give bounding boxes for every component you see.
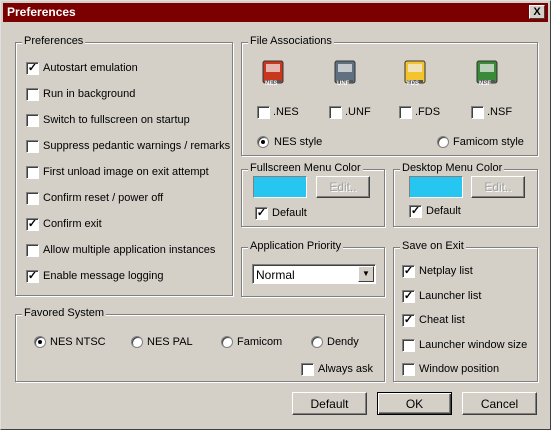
favored-nes-ntsc-label: NES NTSC [50, 336, 106, 348]
priority-value: Normal [256, 268, 295, 282]
save-launcher-window-size-label: Launcher window size [419, 338, 528, 351]
save-launcher-list-checkbox[interactable]: ✓ [402, 289, 415, 303]
pref-run-in-background-checkbox[interactable] [26, 88, 39, 101]
save-netplay-list-checkbox[interactable]: ✓ [402, 265, 415, 278]
nes-checkbox[interactable] [257, 106, 270, 119]
fds-icon-text: FDS [407, 81, 419, 87]
pref-run-in-background-label: Run in background [43, 88, 136, 100]
fullscreen-edit-button[interactable]: Edit.. [316, 176, 370, 198]
pref-enable-message-logging-checkbox[interactable]: ✓ [26, 270, 39, 283]
always-ask-label: Always ask [318, 363, 374, 375]
cancel-button[interactable]: Cancel [462, 392, 537, 415]
pref-confirm-exit-label: Confirm exit [43, 218, 102, 230]
fullscreen-default-checkbox[interactable]: ✓ [255, 207, 268, 220]
title-bar[interactable]: Preferences X [3, 3, 548, 22]
close-button[interactable]: X [529, 5, 545, 19]
window-title: Preferences [7, 5, 76, 19]
pref-confirm-reset-power-off-label: Confirm reset / power off [43, 192, 164, 204]
favored-dendy-label: Dendy [327, 336, 359, 348]
nes-style-radio[interactable] [257, 136, 269, 148]
preferences-dialog: Preferences X Preferences ✓ Autostart emu… [0, 0, 551, 430]
priority-select[interactable]: Normal ▼ [252, 264, 376, 284]
save-window-position-checkbox[interactable] [402, 363, 415, 376]
fullscreen-menu-color-label: Fullscreen Menu Color [248, 162, 363, 174]
fds-checkbox[interactable] [399, 106, 412, 119]
favored-dendy-radio[interactable] [311, 336, 323, 348]
favored-famicom-label: Famicom [237, 336, 283, 348]
unf-checkbox[interactable] [329, 106, 342, 119]
file-associations-group-label: File Associations [248, 35, 334, 47]
favored-famicom-radio[interactable] [221, 336, 233, 348]
pref-confirm-exit-checkbox[interactable]: ✓ [26, 218, 39, 231]
pref-confirm-reset-power-off-checkbox[interactable] [26, 192, 39, 205]
nes-label: .NES [273, 106, 299, 118]
fullscreen-default-label: Default [272, 207, 307, 219]
fullscreen-color-swatch[interactable] [253, 176, 307, 198]
favored-system-label: Favored System [22, 307, 107, 319]
unf-icon-text: UNF [337, 81, 350, 87]
pref-switch-to-fullscreen-on-startup-label: Switch to fullscreen on startup [43, 114, 190, 126]
pref-first-unload-image-on-exit-attempt-label: First unload image on exit attempt [43, 166, 209, 178]
pref-switch-to-fullscreen-on-startup-checkbox[interactable] [26, 114, 39, 127]
save-cheat-list-label: Cheat list [419, 314, 465, 326]
nsf-checkbox[interactable] [471, 106, 484, 119]
application-priority-label: Application Priority [248, 240, 344, 252]
fds-label: .FDS [415, 106, 441, 118]
preferences-group-label: Preferences [22, 35, 86, 47]
desktop-default-checkbox[interactable]: ✓ [409, 205, 422, 218]
favored-nes-ntsc-radio[interactable] [34, 336, 46, 348]
chevron-down-icon[interactable]: ▼ [358, 266, 374, 282]
unf-label: .UNF [345, 106, 371, 118]
pref-autostart-emulation-checkbox[interactable]: ✓ [26, 62, 39, 75]
nes-icon-text: NES [265, 81, 278, 87]
save-netplay-list-label: Netplay list [419, 265, 473, 277]
always-ask-checkbox[interactable] [301, 363, 314, 376]
save-launcher-window-size-checkbox[interactable] [402, 338, 415, 352]
desktop-menu-color-label: Desktop Menu Color [400, 162, 505, 174]
favored-nes-pal-radio[interactable] [131, 336, 143, 348]
famicom-style-label: Famicom style [453, 136, 524, 148]
ok-button[interactable]: OK [377, 392, 452, 415]
nsf-icon-text: NSF [479, 81, 491, 87]
desktop-color-swatch[interactable] [409, 176, 463, 198]
nes-style-label: NES style [274, 136, 323, 148]
default-button[interactable]: Default [292, 392, 367, 415]
pref-first-unload-image-on-exit-attempt-checkbox[interactable] [26, 166, 39, 179]
save-on-exit-label: Save on Exit [400, 240, 466, 252]
pref-allow-multiple-application-instances-checkbox[interactable] [26, 244, 39, 257]
save-window-position-label: Window position [419, 363, 500, 375]
desktop-default-label: Default [426, 205, 461, 217]
close-icon: X [533, 6, 541, 18]
pref-enable-message-logging-label: Enable message logging [43, 270, 164, 282]
pref-allow-multiple-application-instances-label: Allow multiple application instances [43, 244, 216, 256]
famicom-style-radio[interactable] [437, 136, 449, 148]
pref-autostart-emulation-label: Autostart emulation [43, 62, 138, 74]
pref-suppress-pedantic-warnings-remarks-label: Suppress pedantic warnings / remarks [43, 140, 231, 152]
save-cheat-list-checkbox[interactable]: ✓ [402, 314, 415, 327]
pref-suppress-pedantic-warnings-remarks-checkbox[interactable] [26, 140, 39, 153]
favored-nes-pal-label: NES PAL [147, 336, 193, 348]
nsf-label: .NSF [487, 106, 513, 118]
desktop-edit-button[interactable]: Edit.. [471, 176, 525, 198]
save-launcher-list-label: Launcher list [419, 289, 482, 302]
